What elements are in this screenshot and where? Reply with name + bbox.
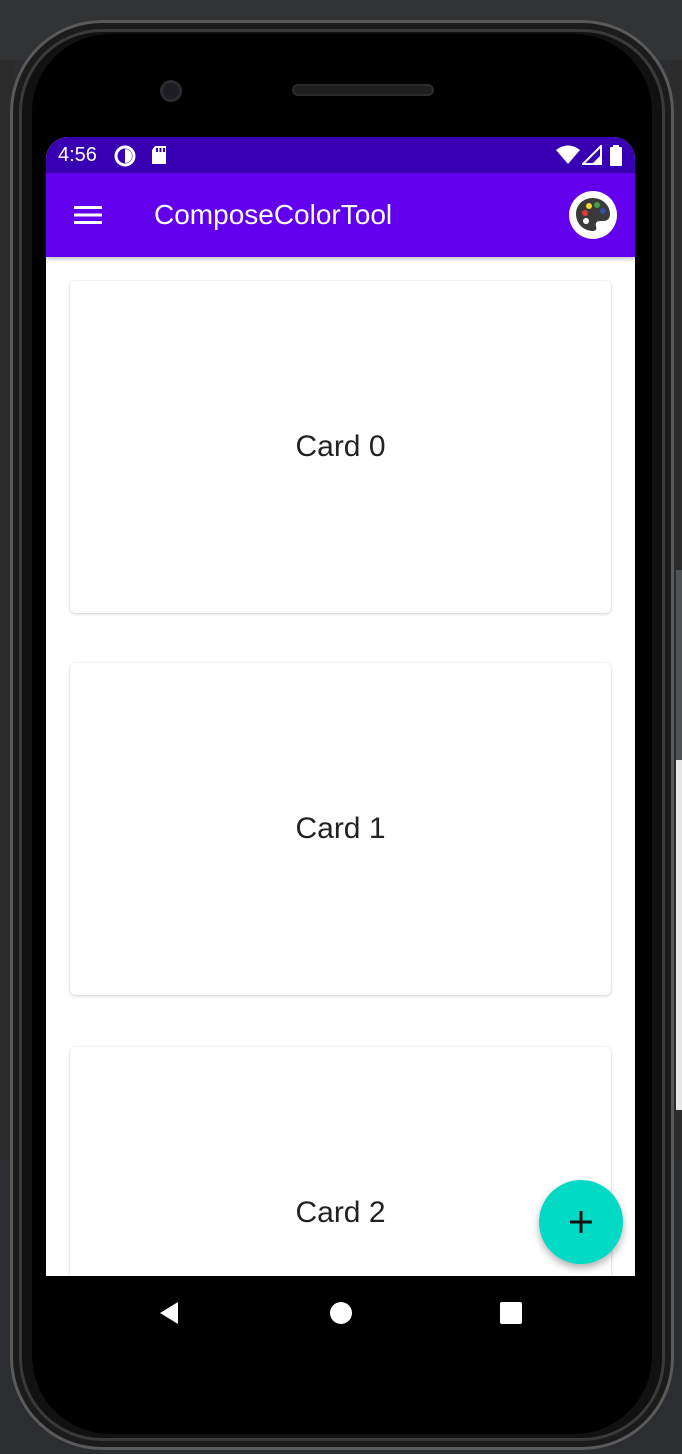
status-time: 4:56 — [58, 144, 97, 166]
system-nav-bar — [46, 1276, 635, 1348]
card-0[interactable]: Card 0 — [70, 281, 611, 613]
plus-icon — [570, 1211, 592, 1233]
battery-icon — [609, 145, 623, 166]
back-button[interactable] — [154, 1298, 184, 1328]
card-label: Card 2 — [295, 1196, 386, 1229]
ide-right-tab — [676, 570, 682, 770]
app-title: ComposeColorTool — [154, 199, 393, 230]
device-screen: 4:56 ComposeColorTool Card 0 Card 1 Card… — [46, 137, 635, 1276]
home-button[interactable] — [326, 1298, 356, 1328]
card-list[interactable]: Card 0 Card 1 Card 2 — [46, 257, 635, 1276]
front-camera — [160, 80, 182, 102]
menu-button[interactable] — [66, 195, 110, 235]
hamburger-menu-icon — [74, 206, 102, 224]
card-2[interactable]: Card 2 — [70, 1047, 611, 1276]
back-icon — [160, 1302, 178, 1324]
earpiece-speaker — [292, 84, 434, 96]
ide-right-tab-light — [676, 760, 682, 1110]
data-saver-icon — [114, 145, 136, 167]
recents-button[interactable] — [496, 1298, 526, 1328]
top-app-bar: ComposeColorTool — [46, 173, 635, 257]
card-label: Card 0 — [295, 430, 386, 463]
wifi-icon — [556, 145, 580, 165]
add-fab[interactable] — [539, 1180, 623, 1264]
palette-icon — [576, 198, 610, 231]
sd-card-icon — [150, 145, 170, 165]
status-bar: 4:56 — [46, 137, 635, 173]
card-1[interactable]: Card 1 — [70, 663, 611, 995]
home-icon — [330, 1302, 352, 1324]
recents-icon — [500, 1302, 522, 1324]
card-label: Card 1 — [295, 812, 386, 845]
palette-button[interactable] — [569, 191, 617, 239]
cell-signal-icon — [580, 143, 602, 165]
